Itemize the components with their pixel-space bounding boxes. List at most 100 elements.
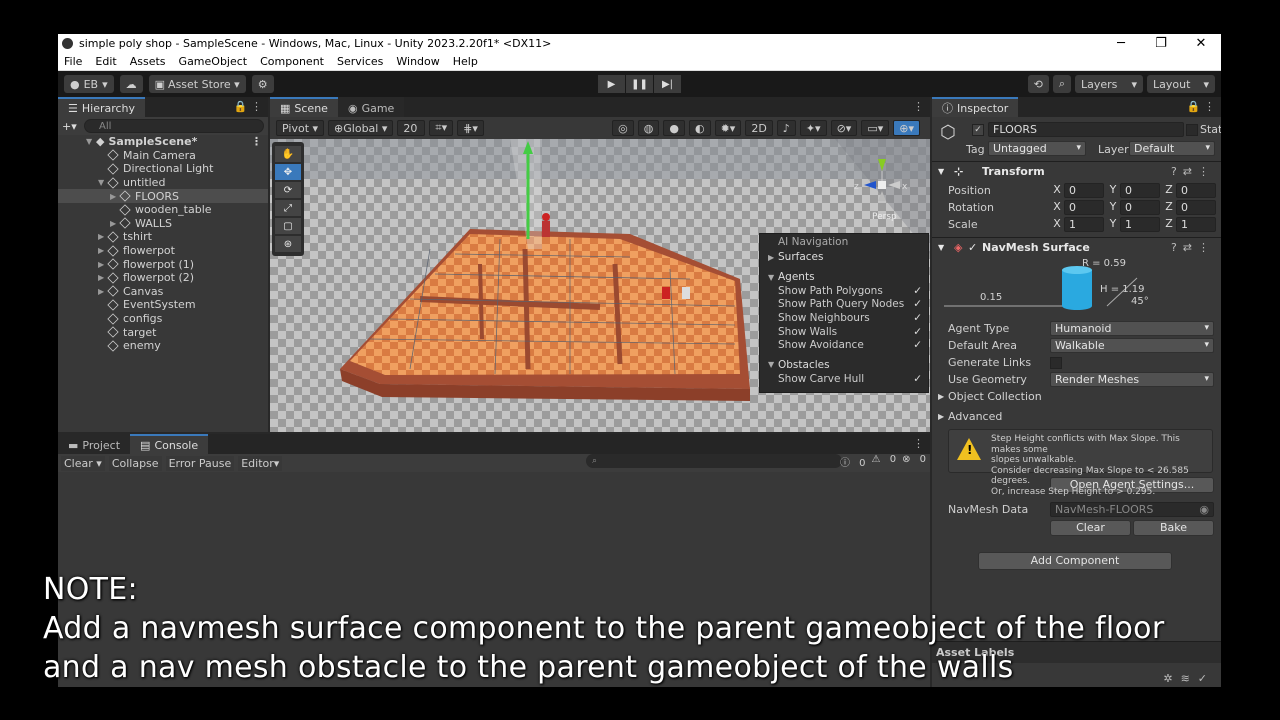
- check-circle-icon[interactable]: ✓: [1198, 672, 1215, 685]
- tab-inspector[interactable]: ⓘ Inspector: [932, 97, 1019, 117]
- grid-snap-field[interactable]: 20: [397, 120, 426, 136]
- hierarchy-item[interactable]: Directional Light: [58, 162, 268, 176]
- hierarchy-item[interactable]: configs: [58, 312, 268, 326]
- menu-file[interactable]: File: [64, 55, 82, 68]
- error-count[interactable]: ⊗ 0: [902, 454, 926, 469]
- object-collection-foldout[interactable]: ▶ Object Collection: [932, 388, 1221, 405]
- lighting-icon[interactable]: ◐: [688, 120, 711, 136]
- transform-header[interactable]: ▼ ⊹ Transform ?⇄⋮: [932, 161, 1221, 180]
- fold-arrow-icon[interactable]: ▶: [110, 192, 120, 201]
- editor-dropdown[interactable]: Editor ▾: [238, 455, 283, 471]
- hierarchy-item[interactable]: ▶ flowerpot: [58, 244, 268, 258]
- component-actions-icon[interactable]: ?⇄⋮: [1171, 165, 1215, 178]
- settings-button[interactable]: ⚙: [251, 75, 274, 93]
- console-search-input[interactable]: ⌕: [586, 454, 842, 468]
- restore-button[interactable]: ❐: [1141, 36, 1181, 51]
- layer-dropdown[interactable]: Default: [1129, 141, 1215, 156]
- ai-nav-option[interactable]: Show Neighbours ✓: [760, 311, 928, 325]
- transform-tool[interactable]: ⊛: [275, 236, 301, 252]
- active-checkbox[interactable]: ✓: [972, 124, 984, 136]
- move-tool[interactable]: ✥: [275, 164, 301, 180]
- hierarchy-item[interactable]: ▶ FLOORS: [58, 189, 268, 203]
- menu-edit[interactable]: Edit: [95, 55, 116, 68]
- navmesh-surface-header[interactable]: ▼ ◈ ✓ NavMesh Surface ?⇄⋮: [932, 237, 1221, 256]
- inspector-menu-icon[interactable]: 🔒 ⋮: [1187, 100, 1215, 113]
- scene-viewport[interactable]: z x Persp ✋ ✥ ⟳ ⤢ ▢ ⊛ AI Navigation ▶ Sur…: [270, 139, 930, 432]
- pause-button[interactable]: ❚❚: [626, 75, 653, 93]
- axis-z-input[interactable]: 0: [1176, 183, 1216, 198]
- mode-2d-button[interactable]: 2D: [745, 120, 773, 136]
- menu-help[interactable]: Help: [453, 55, 478, 68]
- axis-x-input[interactable]: 0: [1064, 183, 1104, 198]
- account-button[interactable]: ● EB ▾: [64, 75, 114, 93]
- play-button[interactable]: ▶: [598, 75, 625, 93]
- warning-count[interactable]: ⚠ 0: [872, 454, 897, 469]
- global-dropdown[interactable]: ⊕ Global ▾: [328, 120, 394, 136]
- menu-gameobject[interactable]: GameObject: [179, 55, 248, 68]
- close-button[interactable]: ✕: [1181, 36, 1221, 51]
- hierarchy-item[interactable]: ▼ untitled: [58, 176, 268, 190]
- fold-arrow-icon[interactable]: ▶: [110, 219, 120, 228]
- scene-menu-icon[interactable]: ⋮: [913, 100, 924, 113]
- tab-game[interactable]: ◉ Game: [337, 97, 405, 117]
- draw-mode-icon[interactable]: ◎: [612, 120, 634, 136]
- axis-x-input[interactable]: 1: [1064, 217, 1104, 232]
- menu-window[interactable]: Window: [396, 55, 439, 68]
- component-actions-icon[interactable]: ?⇄⋮: [1171, 241, 1215, 254]
- debug-icon[interactable]: ✹▾: [714, 120, 742, 136]
- ai-nav-option[interactable]: Show Carve Hull ✓: [760, 372, 928, 386]
- add-object-button[interactable]: +▾: [62, 120, 84, 133]
- object-picker-icon[interactable]: ◉: [1199, 503, 1209, 516]
- layers-dropdown[interactable]: Layers ▾: [1075, 75, 1143, 93]
- hierarchy-search-input[interactable]: All: [84, 119, 264, 133]
- static-checkbox[interactable]: [1186, 124, 1198, 136]
- minimize-button[interactable]: ─: [1101, 36, 1141, 51]
- asset-store-button[interactable]: ▣ Asset Store ▾: [148, 75, 246, 93]
- shaded-icon[interactable]: ●: [663, 120, 685, 136]
- grid-icon[interactable]: ⌗▾: [429, 120, 454, 136]
- gizmos-icon[interactable]: ⊕▾: [893, 120, 920, 136]
- clear-navmesh-button[interactable]: Clear: [1050, 520, 1131, 536]
- navmesh-field-dropdown[interactable]: Humanoid: [1050, 321, 1214, 336]
- generate-links-checkbox[interactable]: [1050, 356, 1062, 369]
- axis-y-input[interactable]: 1: [1120, 217, 1160, 232]
- tab-scene[interactable]: ▦ Scene: [270, 97, 338, 117]
- scene-row[interactable]: ▼ ◆ SampleScene* ⋮: [58, 135, 268, 149]
- hierarchy-item[interactable]: ▶ tshirt: [58, 230, 268, 244]
- hierarchy-item[interactable]: target: [58, 325, 268, 339]
- tab-console[interactable]: ▤ Console: [130, 434, 209, 454]
- object-name-input[interactable]: FLOORS: [988, 122, 1184, 137]
- ai-nav-option[interactable]: Show Path Polygons ✓: [760, 284, 928, 298]
- tab-hierarchy[interactable]: ☰ Hierarchy: [58, 97, 146, 117]
- stack-icon[interactable]: ≋: [1181, 672, 1198, 685]
- hierarchy-item[interactable]: EventSystem: [58, 298, 268, 312]
- visibility-icon[interactable]: ⊘▾: [830, 120, 858, 136]
- axis-z-input[interactable]: 1: [1176, 217, 1216, 232]
- axis-x-input[interactable]: 0: [1064, 200, 1104, 215]
- advanced-foldout[interactable]: ▶ Advanced: [932, 408, 1221, 425]
- snap-icon[interactable]: ⋕▾: [457, 120, 484, 136]
- menu-assets[interactable]: Assets: [130, 55, 166, 68]
- add-component-button[interactable]: Add Component: [978, 552, 1172, 570]
- hand-tool[interactable]: ✋: [275, 146, 301, 162]
- search-button[interactable]: ⌕: [1052, 75, 1071, 93]
- camera-icon[interactable]: ▭▾: [861, 120, 890, 136]
- rect-tool[interactable]: ▢: [275, 218, 301, 234]
- effects-icon[interactable]: ✦▾: [799, 120, 827, 136]
- error-pause-button[interactable]: Error Pause: [165, 455, 235, 471]
- tab-project[interactable]: ▬ Project: [58, 434, 131, 454]
- layout-dropdown[interactable]: Layout ▾: [1147, 75, 1215, 93]
- menu-component[interactable]: Component: [260, 55, 324, 68]
- hierarchy-item[interactable]: wooden_table: [58, 203, 268, 217]
- axis-y-input[interactable]: 0: [1120, 183, 1160, 198]
- obstacles-section[interactable]: ▼ Obstacles: [760, 358, 928, 372]
- scene-menu-icon[interactable]: ⋮: [251, 135, 262, 148]
- hierarchy-item[interactable]: enemy: [58, 339, 268, 353]
- console-menu-icon[interactable]: ⋮: [913, 437, 924, 450]
- fold-arrow-icon[interactable]: ▶: [98, 287, 108, 296]
- menu-services[interactable]: Services: [337, 55, 383, 68]
- hierarchy-item[interactable]: ▶ Canvas: [58, 285, 268, 299]
- audio-icon[interactable]: ♪: [776, 120, 796, 136]
- scale-tool[interactable]: ⤢: [275, 200, 301, 216]
- surfaces-section[interactable]: ▶ Surfaces: [760, 250, 928, 264]
